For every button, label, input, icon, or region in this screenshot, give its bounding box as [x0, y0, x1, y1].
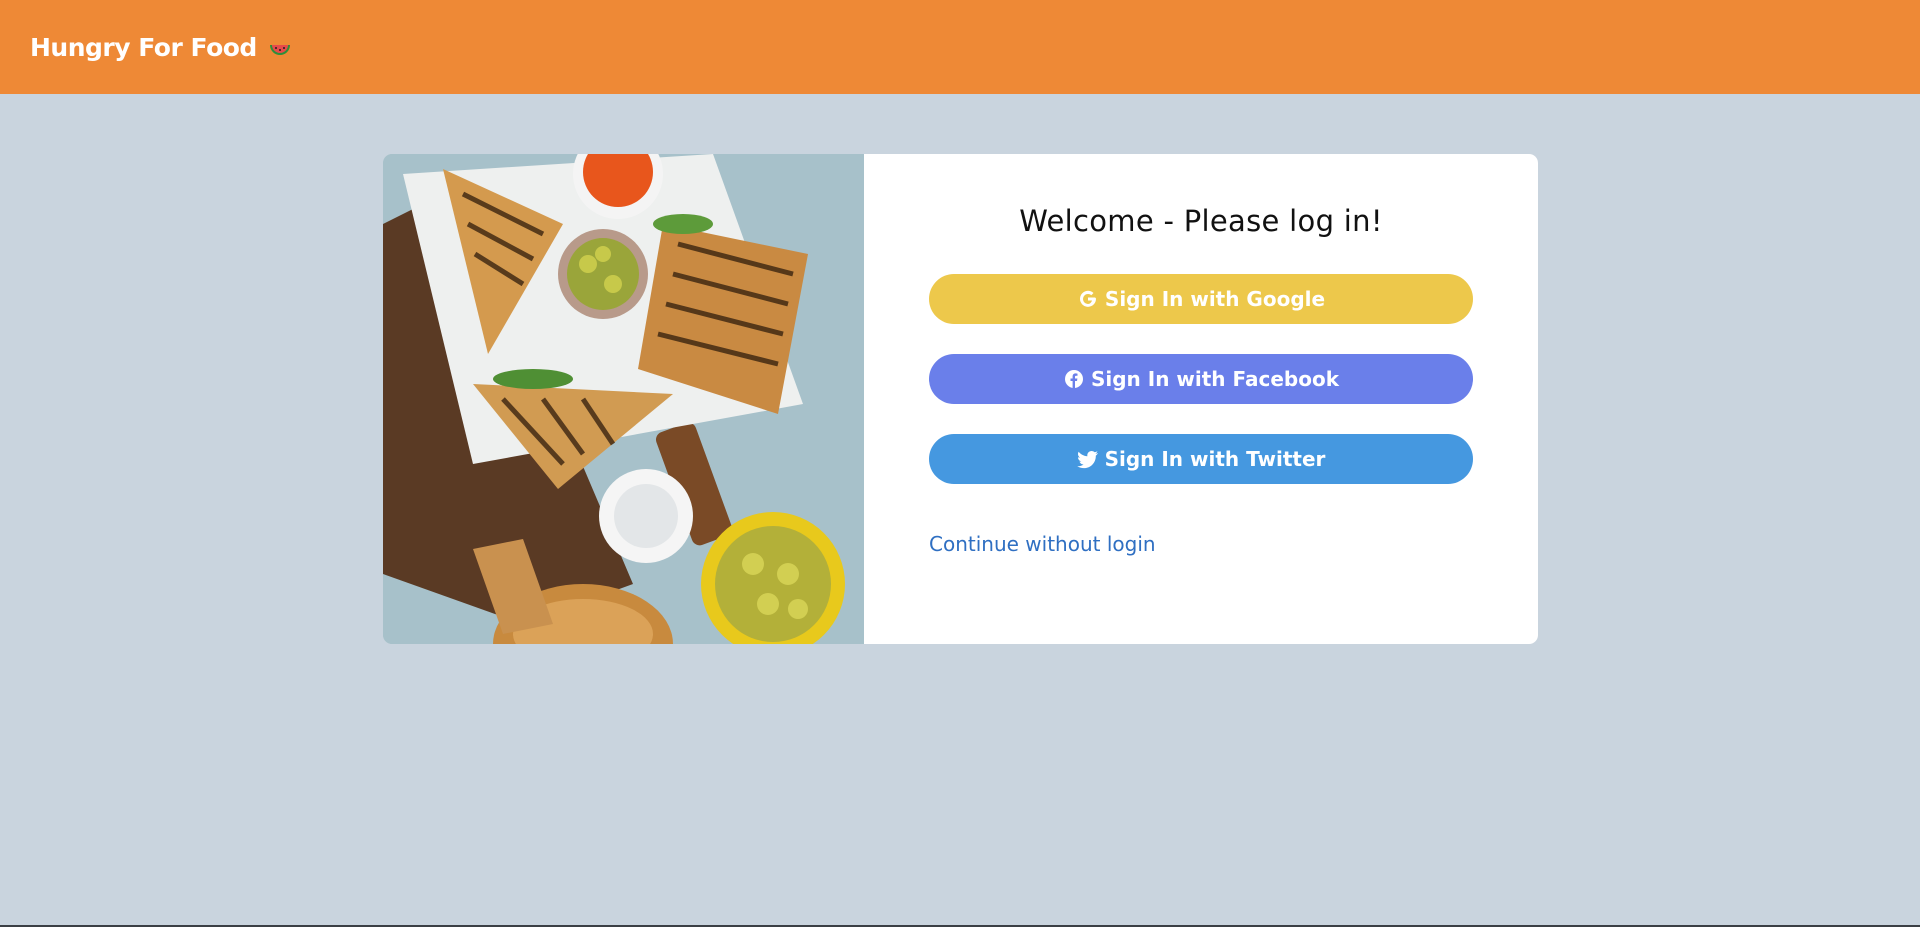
navbar: Hungry For Food [0, 0, 1920, 94]
facebook-icon [1063, 368, 1085, 390]
login-panel: Welcome - Please log in! Sign In with Go… [864, 154, 1538, 644]
brand[interactable]: Hungry For Food [30, 33, 293, 62]
login-title: Welcome - Please log in! [1019, 204, 1383, 238]
google-signin-label: Sign In with Google [1104, 287, 1326, 311]
food-photo [383, 154, 864, 644]
twitter-signin-label: Sign In with Twitter [1104, 447, 1326, 471]
twitter-signin-button[interactable]: Sign In with Twitter [929, 434, 1473, 484]
facebook-signin-label: Sign In with Facebook [1090, 367, 1340, 391]
google-signin-button[interactable]: Sign In with Google [929, 274, 1473, 324]
twitter-icon [1076, 448, 1099, 470]
brand-title: Hungry For Food [30, 32, 257, 62]
google-icon [1077, 288, 1099, 310]
continue-without-login-link[interactable]: Continue without login [929, 532, 1156, 556]
facebook-signin-button[interactable]: Sign In with Facebook [929, 354, 1473, 404]
watermelon-icon [267, 34, 293, 60]
login-card: Welcome - Please log in! Sign In with Go… [383, 154, 1538, 644]
